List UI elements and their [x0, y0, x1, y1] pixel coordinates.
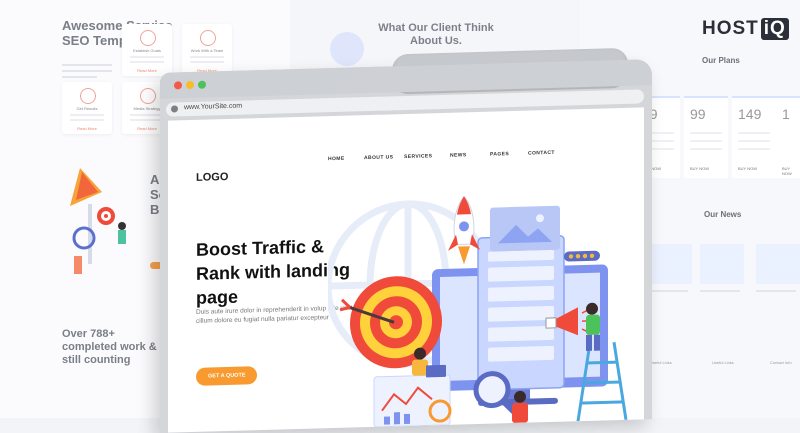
maximize-window-icon[interactable] — [198, 80, 206, 89]
footer-column-title: Useful Links — [650, 360, 672, 365]
nav-about-us[interactable]: ABOUT US — [364, 154, 393, 161]
megaphone-icon — [140, 88, 156, 104]
price-card[interactable]: 149 BUY NOW — [732, 96, 776, 178]
feature-card-title: Work With a Team — [190, 48, 224, 53]
read-more-link[interactable]: Read More — [122, 68, 172, 73]
nav-home[interactable]: HOME — [328, 156, 345, 162]
url-text[interactable]: www.YourSite.com — [184, 103, 242, 112]
news-heading: Our News — [704, 210, 742, 219]
get-a-quote-button[interactable]: GET A QUOTE — [196, 366, 258, 386]
news-thumbnail[interactable] — [756, 244, 800, 284]
decorative-circle — [330, 32, 364, 66]
website-viewport: LOGO HOME ABOUT US SERVICES NEWS PAGES C… — [168, 107, 644, 433]
price-value: 149 — [738, 106, 762, 122]
news-thumbnail[interactable] — [648, 244, 692, 284]
read-more-link[interactable]: Read More — [62, 126, 112, 131]
seo-hero-illustration — [328, 195, 628, 428]
minimize-window-icon[interactable] — [186, 80, 194, 90]
testimonials-heading: What Our Client Think About Us. — [378, 22, 494, 47]
footer-column-title: Useful Links — [712, 360, 734, 365]
price-card[interactable]: 99 BUY NOW — [684, 96, 728, 178]
site-info-icon[interactable] — [171, 105, 178, 113]
team-icon — [200, 30, 216, 46]
analytics-card-icon — [373, 374, 452, 428]
rocket-team-illustration — [70, 168, 126, 274]
buy-now-button[interactable]: BUY NOW — [782, 166, 800, 176]
buy-now-button[interactable]: BUY NOW — [738, 166, 757, 171]
price-card[interactable]: 1 BUY NOW — [776, 96, 800, 178]
buy-now-button[interactable]: BUY NOW — [690, 166, 709, 171]
price-value: 99 — [690, 106, 706, 122]
image-card-icon — [490, 205, 560, 252]
footer-column-title: Contact Info — [770, 360, 792, 365]
feature-card-title: Get Results — [76, 106, 98, 111]
completed-work-heading: Over 788+ completed work & still countin… — [62, 328, 157, 366]
hostiq-logo: HOST iQ — [702, 18, 789, 40]
feature-card-team[interactable]: Work With a Team Read More — [182, 24, 232, 76]
news-text-line — [700, 290, 740, 292]
news-text-line — [648, 290, 688, 292]
target-icon — [339, 276, 442, 369]
feature-card-results[interactable]: Get Results Read More — [62, 82, 112, 134]
content-panel-icon — [477, 234, 565, 391]
feature-card-establish-goals[interactable]: Establish Goals Read More — [122, 24, 172, 76]
price-value: 1 — [782, 106, 790, 122]
browser-window: www.YourSite.com LOGO HOME ABOUT US SERV… — [160, 47, 652, 433]
person-with-magnifier-icon — [512, 390, 528, 423]
nav-contact[interactable]: CONTACT — [528, 150, 555, 157]
plans-heading: Our Plans — [702, 56, 740, 65]
rocket-icon — [448, 195, 480, 265]
news-thumbnail[interactable] — [700, 244, 744, 284]
nav-news[interactable]: NEWS — [450, 152, 467, 158]
close-window-icon[interactable] — [174, 81, 182, 90]
nav-pages[interactable]: PAGES — [490, 151, 509, 158]
star-rating-icon — [564, 250, 600, 262]
feature-card-title: Establish Goals — [133, 48, 161, 53]
nav-services[interactable]: SERVICES — [404, 153, 432, 160]
seo-paragraph-placeholder — [62, 64, 112, 82]
site-logo[interactable]: LOGO — [196, 171, 228, 184]
target-icon — [140, 30, 156, 46]
chart-icon — [80, 88, 96, 104]
news-text-line — [756, 290, 796, 292]
